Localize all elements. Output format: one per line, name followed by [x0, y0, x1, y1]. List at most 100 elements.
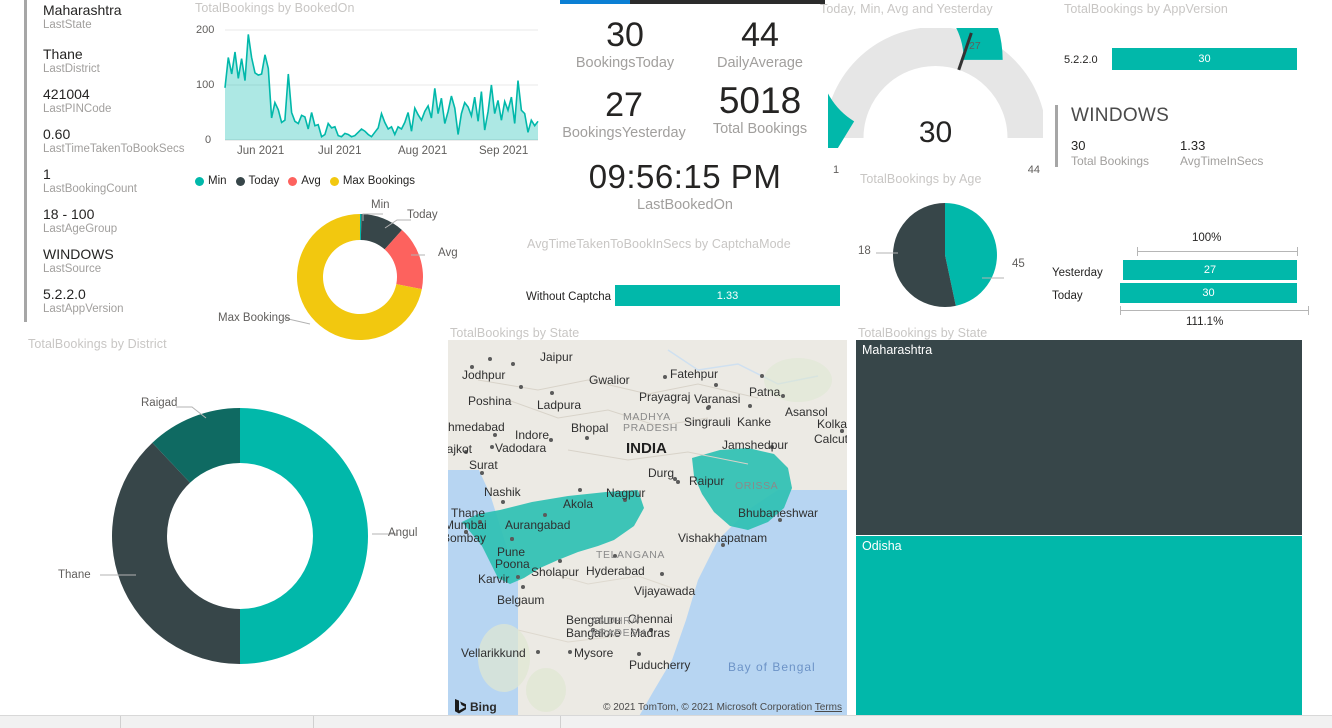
xaxis-tick-sep: Sep 2021 [479, 145, 529, 157]
map-city-label-bombay: Bombay [448, 531, 487, 545]
funnel-bar-today[interactable]: 30 [1120, 283, 1297, 303]
area-chart-bookings-by-bookedon[interactable] [195, 0, 540, 195]
row-lastappversion[interactable]: 5.2.2.0 LastAppVersion [43, 286, 124, 316]
map-city-label-ahmedabad: Ahmedabad [448, 420, 505, 434]
map-city-dot [490, 445, 494, 449]
legend-item-max-bookings[interactable]: Max Bookings [329, 175, 416, 187]
bing-logo-text: Bing [470, 699, 497, 714]
map-state-label-telangana: TELANGANA [596, 549, 665, 561]
row-laststate[interactable]: Maharashtra LastState [43, 2, 122, 32]
row-lastbookingcount[interactable]: 1 LastBookingCount [43, 166, 137, 196]
bar-without-captcha[interactable]: 1.33 [615, 285, 840, 306]
donut-chart-bookings-by-district[interactable] [110, 406, 370, 666]
row-value: 421004 [43, 86, 90, 102]
age-pie-label-45: 45 [1012, 258, 1025, 270]
funnel-bar-yesterday[interactable]: 27 [1123, 260, 1297, 280]
donut-label-today: Today [407, 209, 438, 221]
row-lastdistrict[interactable]: Thane LastDistrict [43, 46, 100, 76]
bar-value-label: 1.33 [716, 289, 739, 302]
map-terms-link[interactable]: Terms [815, 702, 842, 713]
row-label: LastTimeTakenToBookSecs [43, 143, 185, 155]
chart-legend[interactable]: Min Today Avg Max Bookings [195, 175, 415, 187]
map-city-label-jaipur: Jaipur [540, 350, 573, 364]
map-city-dot [676, 480, 680, 484]
xaxis-tick-jul: Jul 2021 [318, 145, 362, 157]
map-city-dot [707, 405, 711, 409]
legend-item-min[interactable]: Min [195, 175, 227, 187]
chart-title-bookings-by-age: TotalBookings by Age [860, 172, 982, 186]
map-city-label-hyderabad: Hyderabad [586, 564, 645, 578]
map-city-label-vellarikkund: Vellarikkund [461, 646, 526, 660]
treemap-bookings-by-state[interactable]: Maharashtra Odisha [856, 340, 1302, 718]
row-label: LastPINCode [43, 103, 112, 115]
kpi-card-total-bookings[interactable]: 5018 Total Bookings [690, 82, 830, 139]
windows-card-header: WINDOWS [1071, 105, 1170, 126]
map-city-label-jamshedpur: Jamshedpur [722, 438, 789, 452]
row-label: LastSource [43, 263, 102, 275]
kpi-card-last-booked-on[interactable]: 09:56:15 PM LastBookedOn [527, 158, 843, 215]
kpi-label: LastBookedOn [637, 197, 733, 213]
funnel-chart-yesterday-today[interactable]: 100% Yesterday 27 Today 30 111.1% [1052, 232, 1315, 328]
map-city-dot [550, 391, 554, 395]
legend-label: Max Bookings [342, 175, 416, 187]
windows-metric-total-bookings[interactable]: 30 Total Bookings [1071, 138, 1149, 169]
row-value: 0.60 [43, 126, 71, 142]
kpi-card-bookings-today[interactable]: 30 BookingsToday [555, 16, 695, 73]
map-city-label-akola: Akola [563, 497, 594, 511]
legend-item-avg[interactable]: Avg [288, 175, 321, 187]
treemap-cell-maharashtra[interactable]: Maharashtra [856, 340, 1302, 535]
map-city-dot [637, 652, 641, 656]
map-city-label-gwalior: Gwalior [589, 373, 630, 387]
donut-chart-bookings-summary[interactable] [295, 212, 425, 342]
map-attribution: © 2021 TomTom, © 2021 Microsoft Corporat… [603, 702, 842, 713]
map-city-label-vishakhapatnam: Vishakhapatnam [678, 531, 768, 545]
windows-metric-avgtime[interactable]: 1.33 AvgTimeInSecs [1180, 138, 1263, 169]
bing-logo-icon [455, 699, 466, 714]
legend-label: Today [248, 175, 280, 187]
map-state-label-pradesh: PRADESH [623, 422, 678, 434]
status-bar-divider [313, 716, 314, 728]
row-value: 1 [43, 166, 51, 182]
donut-label-avg: Avg [438, 247, 458, 259]
row-lastsource[interactable]: WINDOWS LastSource [43, 246, 114, 276]
funnel-bottom-percent: 111.1% [1186, 316, 1224, 328]
row-label: LastDistrict [43, 63, 100, 75]
row-label: LastAgeGroup [43, 223, 118, 235]
pie-chart-bookings-by-age[interactable] [893, 203, 997, 307]
bing-logo[interactable]: Bing [454, 699, 497, 714]
district-label-raigad: Raigad [141, 397, 178, 409]
treemap-cell-odisha[interactable]: Odisha [856, 536, 1302, 718]
map-city-label-calcutta: Calcutta [814, 432, 847, 446]
status-bar-divider [120, 716, 121, 728]
map-visual-bookings-by-state[interactable]: Jaipur Jodhpur Gwalior Fatehpur Poshina Ladpu… [448, 340, 847, 718]
map-city-dot [510, 537, 514, 541]
map-city-label-prayagraj: Prayagraj [639, 390, 691, 404]
legend-item-today[interactable]: Today [235, 175, 280, 187]
map-city-label-vijayawada: Vijayawada [634, 584, 696, 598]
treemap-cell-label: Odisha [862, 539, 902, 553]
funnel-bar-value: 30 [1202, 287, 1215, 299]
kpi-card-daily-average[interactable]: 44 DailyAverage [690, 16, 830, 73]
card-accent-bar [1055, 105, 1058, 167]
funnel-top-rule [1137, 251, 1297, 252]
map-city-label-ladpura: Ladpura [537, 398, 582, 412]
metric-label: AvgTimeInSecs [1180, 154, 1264, 168]
row-label: LastAppVersion [43, 303, 124, 315]
map-label-india: INDIA [626, 440, 667, 457]
chart-title-bookings-by-appversion: TotalBookings by AppVersion [1064, 2, 1228, 16]
kpi-card-bookings-yesterday[interactable]: 27 BookingsYesterday [553, 86, 695, 143]
bar-appversion-5-2-2-0[interactable]: 30 [1112, 48, 1297, 70]
map-state-label-andhra: ANDHRA [591, 615, 639, 627]
legend-label: Avg [301, 175, 321, 187]
kpi-label: BookingsYesterday [562, 125, 686, 141]
map-city-label-karvir: Karvir [478, 572, 510, 586]
gauge-chart-bookings[interactable]: 30 1 44 27 [828, 18, 1043, 176]
map-city-label-puducherry: Puducherry [629, 658, 691, 672]
row-lasttimetakentobooksecs[interactable]: 0.60 LastTimeTakenToBookSecs [43, 126, 184, 156]
row-lastpincode[interactable]: 421004 LastPINCode [43, 86, 111, 116]
legend-swatch-icon [195, 176, 204, 186]
map-city-label-surat: Surat [469, 458, 498, 472]
row-lastagegroup[interactable]: 18 - 100 LastAgeGroup [43, 206, 117, 236]
legend-swatch-icon [235, 176, 245, 186]
map-city-dot [663, 375, 667, 379]
